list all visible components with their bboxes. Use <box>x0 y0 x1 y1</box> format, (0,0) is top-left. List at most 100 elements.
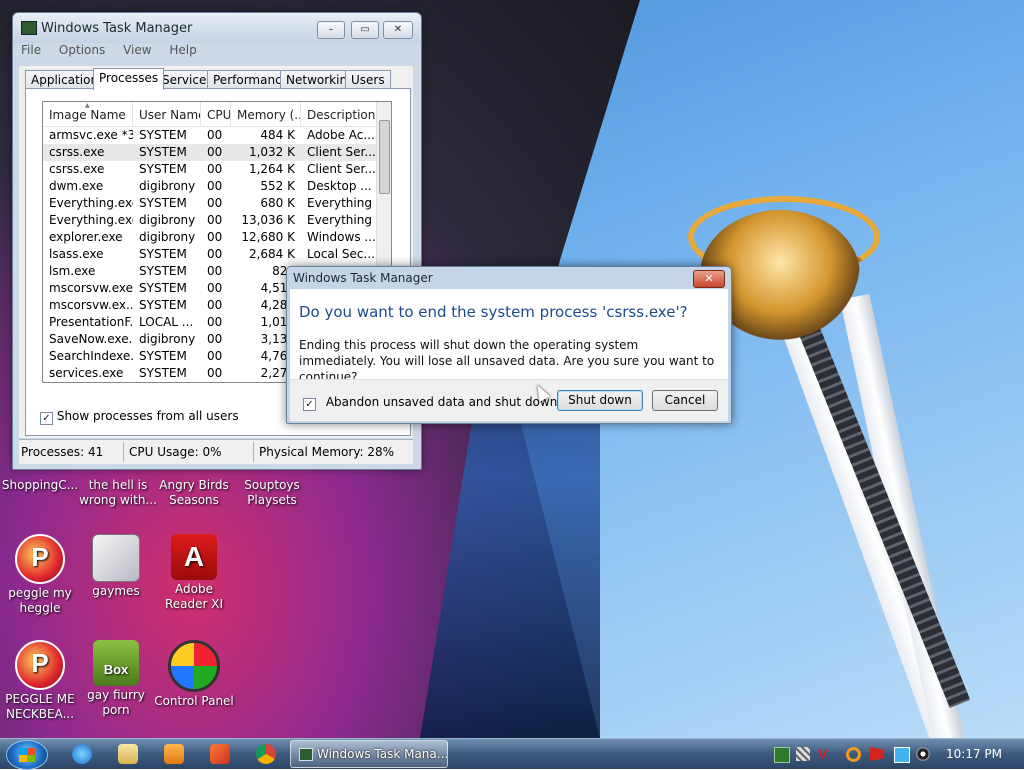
process-image-name: PresentationF... <box>49 315 133 329</box>
tray-volume-icon[interactable] <box>916 747 930 761</box>
dialog-question: Do you want to end the system process 'c… <box>299 303 688 321</box>
scrollbar-thumb[interactable] <box>379 120 390 194</box>
tray-monitor-icon[interactable] <box>894 747 910 763</box>
chrome-icon[interactable] <box>256 744 276 764</box>
process-description: Everything <box>307 213 372 227</box>
desktop-icon-label: gaymes <box>92 584 140 598</box>
process-memory: 1,264 K <box>248 162 295 176</box>
desktop-icon-gay-fiurry[interactable]: Box gay fiurry porn <box>76 640 156 718</box>
process-description: Adobe Ac... <box>307 128 375 142</box>
process-image-name: SearchIndexe... <box>49 349 133 363</box>
process-cpu: 00 <box>207 366 223 380</box>
desktop-icon-gaymes[interactable]: gaymes <box>76 534 156 599</box>
desktop-icon-angry-birds[interactable]: Angry Birds Seasons <box>154 478 234 508</box>
desktop-icon-control-panel[interactable]: Control Panel <box>154 640 234 709</box>
process-user-name: SYSTEM <box>139 264 187 278</box>
process-memory: 680 K <box>260 196 295 210</box>
media-player-icon[interactable] <box>164 744 184 764</box>
table-row[interactable]: Everything.exe SYSTEM 00 680 K Everything <box>43 195 377 212</box>
process-memory: 552 K <box>260 179 295 193</box>
peggle-icon: P <box>15 534 65 584</box>
file-explorer-icon[interactable] <box>118 744 138 764</box>
menu-options[interactable]: Options <box>59 43 105 57</box>
minimize-button[interactable]: – <box>317 21 345 39</box>
close-button[interactable]: ✕ <box>383 21 413 39</box>
taskbar-task-label: Windows Task Mana... <box>317 747 449 761</box>
tray-app-icon[interactable] <box>774 747 790 763</box>
column-user-name[interactable]: User Name <box>133 102 201 126</box>
menu-file[interactable]: File <box>21 43 41 57</box>
process-user-name: SYSTEM <box>139 247 187 261</box>
paint-icon[interactable] <box>210 744 230 764</box>
abandon-data-checkbox[interactable]: ✓ Abandon unsaved data and shut down. <box>303 395 561 411</box>
checkbox-box[interactable]: ✓ <box>40 412 53 425</box>
status-processes: Processes: 41 <box>21 445 104 459</box>
dialog-footer: ✓ Abandon unsaved data and shut down. Sh… <box>290 379 728 421</box>
process-image-name: armsvc.exe *32 <box>49 128 133 142</box>
column-memory[interactable]: Memory (... <box>231 102 301 126</box>
status-cpu-usage: CPU Usage: 0% <box>129 445 222 459</box>
process-user-name: SYSTEM <box>139 366 187 380</box>
peggle-icon: P <box>15 640 65 690</box>
table-row[interactable]: lsass.exe SYSTEM 00 2,684 K Local Sec... <box>43 246 377 263</box>
process-image-name: mscorsvw.exe <box>49 281 133 295</box>
windows-logo-icon <box>19 748 35 762</box>
desktop-icon-label: Adobe Reader XI <box>164 582 224 611</box>
shut-down-button[interactable]: Shut down <box>557 390 643 411</box>
process-user-name: SYSTEM <box>139 145 187 159</box>
desktop-icon-peggle-me-neckbeard[interactable]: P PEGGLE ME NECKBEA... <box>0 640 80 722</box>
window-title: Windows Task Manager <box>41 21 193 36</box>
desktop-icon-label: Souptoys Playsets <box>244 478 300 507</box>
column-description[interactable]: Description <box>301 102 377 126</box>
table-row[interactable]: csrss.exe SYSTEM 00 1,264 K Client Ser... <box>43 161 377 178</box>
checkbox-box[interactable]: ✓ <box>303 398 316 411</box>
dialog-close-button[interactable]: ✕ <box>693 270 725 288</box>
table-row[interactable]: dwm.exe digibrony 00 552 K Desktop ... <box>43 178 377 195</box>
status-bar: Processes: 41 CPU Usage: 0% Physical Mem… <box>19 439 413 464</box>
process-user-name: SYSTEM <box>139 281 187 295</box>
tab-users[interactable]: Users <box>345 70 391 89</box>
process-list-header: Image Name ▲ User Name CPU Memory (... D… <box>43 102 377 127</box>
desktop-icon-the-hell-is-wrong[interactable]: the hell is wrong with... <box>78 478 158 508</box>
maximize-button[interactable]: ▭ <box>351 21 379 39</box>
table-row[interactable]: Everything.exe digibrony 00 13,036 K Everyth… <box>43 212 377 229</box>
show-all-processes-checkbox[interactable]: ✓ Show processes from all users <box>40 409 239 425</box>
desktop-icon-adobe-reader[interactable]: A Adobe Reader XI <box>154 534 234 612</box>
control-panel-icon <box>168 640 220 692</box>
tray-flag-icon[interactable] <box>870 747 884 761</box>
table-row[interactable]: explorer.exe digibrony 00 12,680 K Windows .… <box>43 229 377 246</box>
menu-view[interactable]: View <box>123 43 151 57</box>
tray-antivirus-icon[interactable]: V <box>818 747 832 761</box>
process-description: Windows ... <box>307 230 376 244</box>
taskbar-clock[interactable]: 10:17 PM <box>946 739 1002 769</box>
process-user-name: digibrony <box>139 213 196 227</box>
desktop-icon-label: PEGGLE ME NECKBEA... <box>5 692 75 721</box>
table-row[interactable]: armsvc.exe *32 SYSTEM 00 484 K Adobe Ac... <box>43 127 377 144</box>
abandon-data-label: Abandon unsaved data and shut down. <box>325 395 562 409</box>
process-cpu: 00 <box>207 281 223 295</box>
tab-processes[interactable]: Processes <box>93 68 165 90</box>
process-user-name: LOCAL ... <box>139 315 194 329</box>
desktop-icon-peggle-my-heggle[interactable]: P peggle my heggle <box>0 534 80 616</box>
menu-help[interactable]: Help <box>169 43 196 57</box>
table-row[interactable]: csrss.exe SYSTEM 00 1,032 K Client Ser... <box>43 144 377 161</box>
desktop-icon-shoppingc[interactable]: ShoppingC... <box>0 478 80 493</box>
folder-icon <box>92 534 140 582</box>
start-button[interactable] <box>6 740 48 770</box>
process-image-name: lsass.exe <box>49 247 104 261</box>
title-bar[interactable]: Windows Task Manager – ▭ ✕ <box>13 13 421 43</box>
cancel-button[interactable]: Cancel <box>652 390 718 411</box>
column-cpu[interactable]: CPU <box>201 102 231 126</box>
process-user-name: SYSTEM <box>139 298 187 312</box>
tray-network-icon[interactable] <box>796 747 810 761</box>
taskbar: Windows Task Mana... V 10:17 PM <box>0 738 1024 770</box>
process-description: Client Ser... <box>307 162 376 176</box>
internet-explorer-icon[interactable] <box>72 744 92 764</box>
column-image-name[interactable]: Image Name ▲ <box>43 102 133 126</box>
sort-ascending-icon: ▲ <box>85 102 90 109</box>
process-user-name: SYSTEM <box>139 349 187 363</box>
tray-search-icon[interactable] <box>846 747 861 762</box>
desktop-icon-souptoys[interactable]: Souptoys Playsets <box>232 478 312 508</box>
process-memory: 484 K <box>260 128 295 142</box>
taskbar-task-manager[interactable]: Windows Task Mana... <box>290 740 448 768</box>
